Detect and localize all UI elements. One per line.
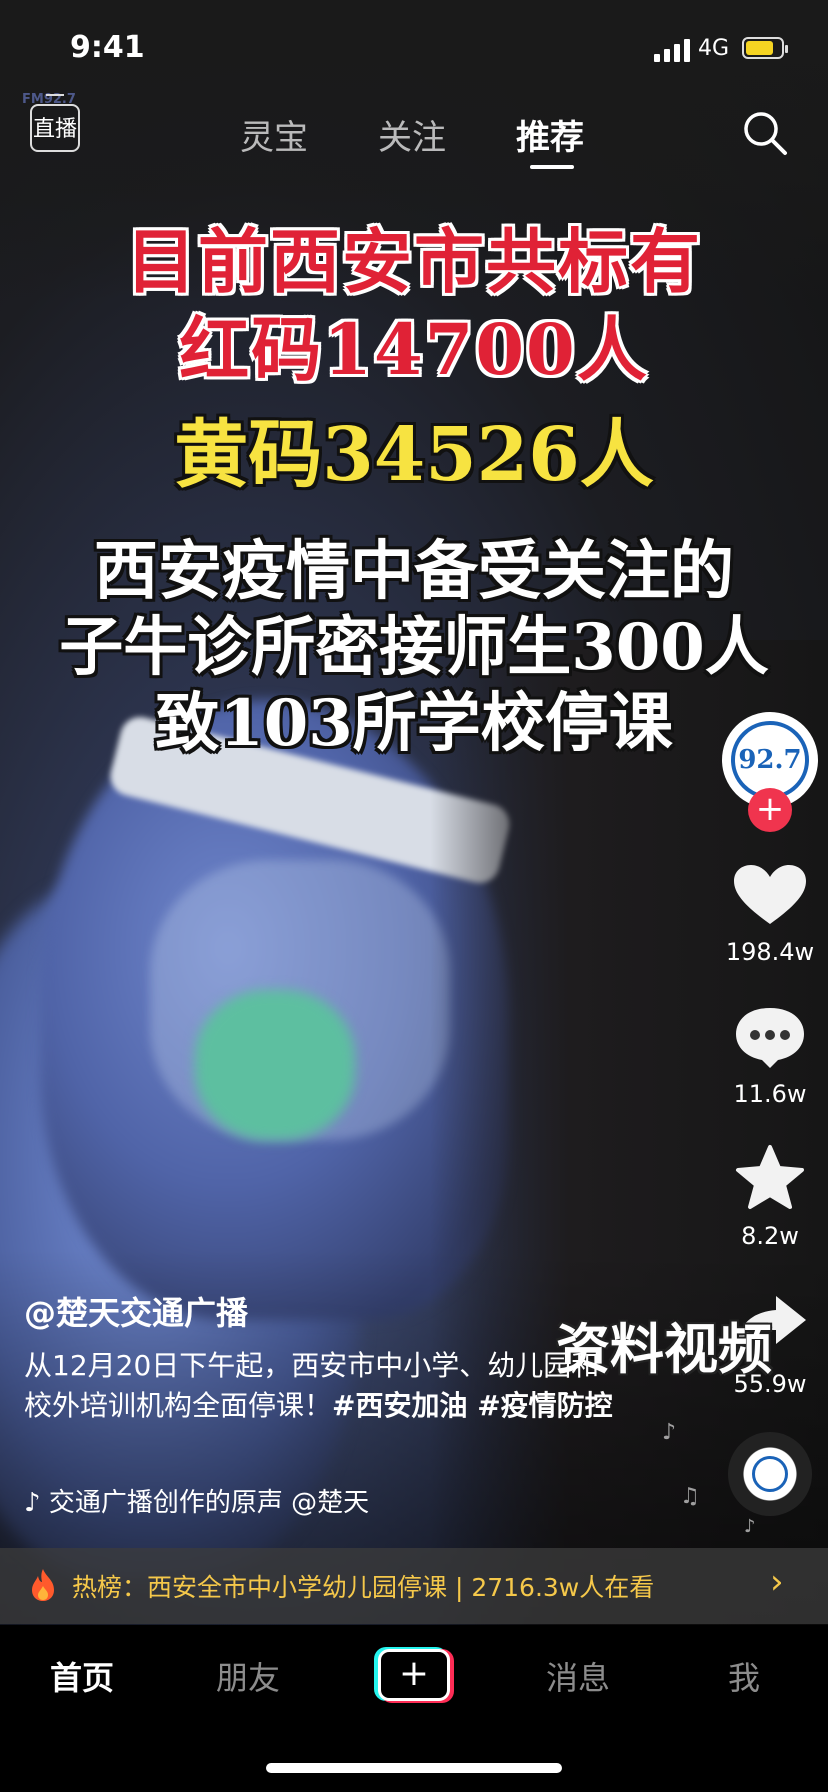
chevron-right-icon[interactable]: › bbox=[770, 1562, 784, 1602]
like-count: 198.4w bbox=[725, 938, 815, 966]
follow-button[interactable]: + bbox=[748, 788, 792, 832]
plus-icon: + bbox=[378, 1649, 450, 1701]
tab-home[interactable]: 首页 bbox=[50, 1653, 114, 1699]
favorite-count: 8.2w bbox=[741, 1222, 799, 1250]
tab-following[interactable]: 关注 bbox=[378, 110, 446, 159]
create-button[interactable]: + bbox=[374, 1647, 454, 1703]
battery-icon bbox=[742, 37, 788, 59]
headline-yellow: 黄码34526人 bbox=[174, 412, 654, 498]
status-bar: 9:41 4G bbox=[0, 0, 828, 96]
status-time: 9:41 bbox=[70, 30, 145, 65]
signal-icon bbox=[654, 38, 690, 62]
tab-me[interactable]: 我 bbox=[728, 1653, 760, 1699]
music-credit[interactable]: ♪ 交通广播创作的原声 @楚天 bbox=[24, 1482, 444, 1519]
active-tab-indicator bbox=[530, 165, 574, 169]
headline-red-line-1: 目前西安市共标有 bbox=[126, 220, 702, 303]
video-figure-mask bbox=[195, 990, 355, 1140]
hashtags[interactable]: #西安加油 #疫情防控 bbox=[332, 1389, 613, 1422]
top-tabs: 灵宝 关注 推荐 bbox=[0, 110, 828, 170]
network-type: 4G bbox=[698, 36, 730, 61]
music-disc-icon[interactable] bbox=[728, 1432, 812, 1516]
comment-icon[interactable] bbox=[728, 1004, 812, 1070]
share-count: 55.9w bbox=[733, 1370, 807, 1398]
video-description: 从12月20日下午起，西安市中小学、幼儿园和校外培训机构全面停课！#西安加油 #… bbox=[24, 1346, 624, 1426]
headline-red-line-2: 红码14700人 bbox=[179, 308, 649, 391]
video-feed-screen[interactable]: 9:41 4G FM92.7 直播 灵宝 关注 推荐 目前西安市共标有 红码14… bbox=[0, 0, 828, 1792]
home-indicator bbox=[266, 1763, 562, 1773]
music-note-icon: ♪ bbox=[662, 1420, 677, 1445]
comment-count: 11.6w bbox=[733, 1080, 807, 1108]
favorite-star-icon[interactable] bbox=[728, 1144, 812, 1210]
tiktok-note-icon: ♪ bbox=[24, 1488, 49, 1518]
headline-white-line-3: 致103所学校停课 bbox=[155, 686, 673, 761]
like-heart-icon[interactable] bbox=[728, 862, 812, 928]
tab-recommend[interactable]: 推荐 bbox=[516, 110, 584, 159]
music-credit-text: 交通广播创作的原声 @楚天 bbox=[48, 1488, 370, 1518]
flame-icon bbox=[32, 1569, 54, 1601]
tab-friends[interactable]: 朋友 bbox=[216, 1653, 280, 1699]
hot-list-banner[interactable]: 热榜：西安全市中小学幼儿园停课 | 2716.3w人在看 › bbox=[0, 1548, 828, 1624]
music-note-icon: ♪ bbox=[744, 1516, 756, 1537]
author-handle[interactable]: @楚天交通广播 bbox=[24, 1288, 248, 1334]
music-note-icon: ♫ bbox=[680, 1484, 700, 1509]
search-icon[interactable] bbox=[742, 110, 788, 156]
tab-lingbao[interactable]: 灵宝 bbox=[240, 110, 308, 159]
tab-messages[interactable]: 消息 bbox=[546, 1653, 610, 1699]
hot-list-text: 热榜：西安全市中小学幼儿园停课 | 2716.3w人在看 bbox=[72, 1573, 655, 1602]
